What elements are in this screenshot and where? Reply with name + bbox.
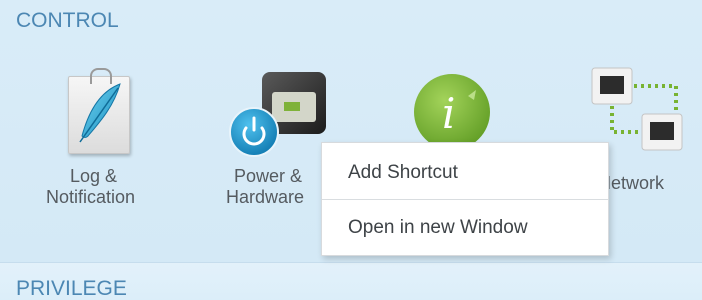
menu-item-open-new-window[interactable]: Open in new Window [322, 200, 608, 254]
app-label-log-line2: Notification [46, 187, 136, 207]
app-label-power-line1: Power & [234, 166, 303, 186]
menu-item-label: Add Shortcut [348, 162, 458, 183]
svg-text:i: i [442, 89, 455, 138]
app-label-power-line2: Hardware [226, 187, 305, 207]
menu-item-add-shortcut[interactable]: Add Shortcut [322, 145, 608, 199]
feather-icon [79, 83, 121, 143]
menu-item-label: Open in new Window [348, 217, 528, 238]
app-label-log-line1: Log & [70, 166, 118, 186]
app-power-hardware[interactable] [228, 70, 332, 162]
context-menu: Add Shortcut Open in new Window [321, 142, 609, 256]
app-log-notification[interactable] [60, 66, 140, 158]
section-title-privilege: PRIVILEGE [16, 277, 127, 300]
section-title-control: CONTROL [16, 9, 119, 32]
privilege-section: PRIVILEGE [0, 262, 702, 300]
control-panel-screen: CONTROL Log & Notification Power & Hardw… [0, 0, 702, 300]
power-hardware-icon [229, 72, 326, 157]
